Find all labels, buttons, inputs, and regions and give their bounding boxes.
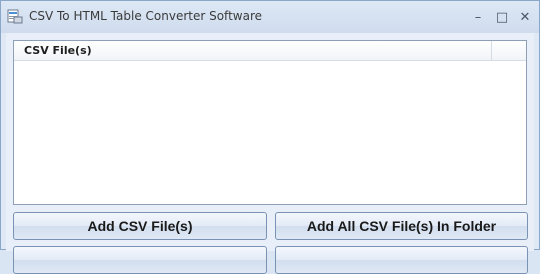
lower-left-button[interactable] <box>13 246 267 274</box>
title-bar[interactable]: CSV To HTML Table Converter Software – □… <box>1 1 539 33</box>
close-button[interactable]: ✕ <box>514 7 536 27</box>
maximize-icon: □ <box>495 9 509 25</box>
lower-right-button[interactable] <box>275 246 528 274</box>
list-body[interactable] <box>14 61 526 204</box>
close-icon: ✕ <box>519 9 531 25</box>
csv-file-list[interactable]: CSV File(s) <box>13 40 527 205</box>
window-title: CSV To HTML Table Converter Software <box>29 9 262 23</box>
column-header-csv-files[interactable]: CSV File(s) <box>14 41 492 60</box>
client-area: CSV File(s) Add CSV File(s) Add All CSV … <box>6 33 534 274</box>
minimize-icon: – <box>474 9 482 25</box>
add-folder-button[interactable]: Add All CSV File(s) In Folder <box>275 212 528 240</box>
app-icon <box>7 9 23 24</box>
minimize-button[interactable]: – <box>467 7 489 27</box>
list-header: CSV File(s) <box>14 41 526 61</box>
app-window: CSV To HTML Table Converter Software – □… <box>0 0 540 274</box>
add-csv-files-button[interactable]: Add CSV File(s) <box>13 212 267 240</box>
maximize-button[interactable]: □ <box>491 7 513 27</box>
